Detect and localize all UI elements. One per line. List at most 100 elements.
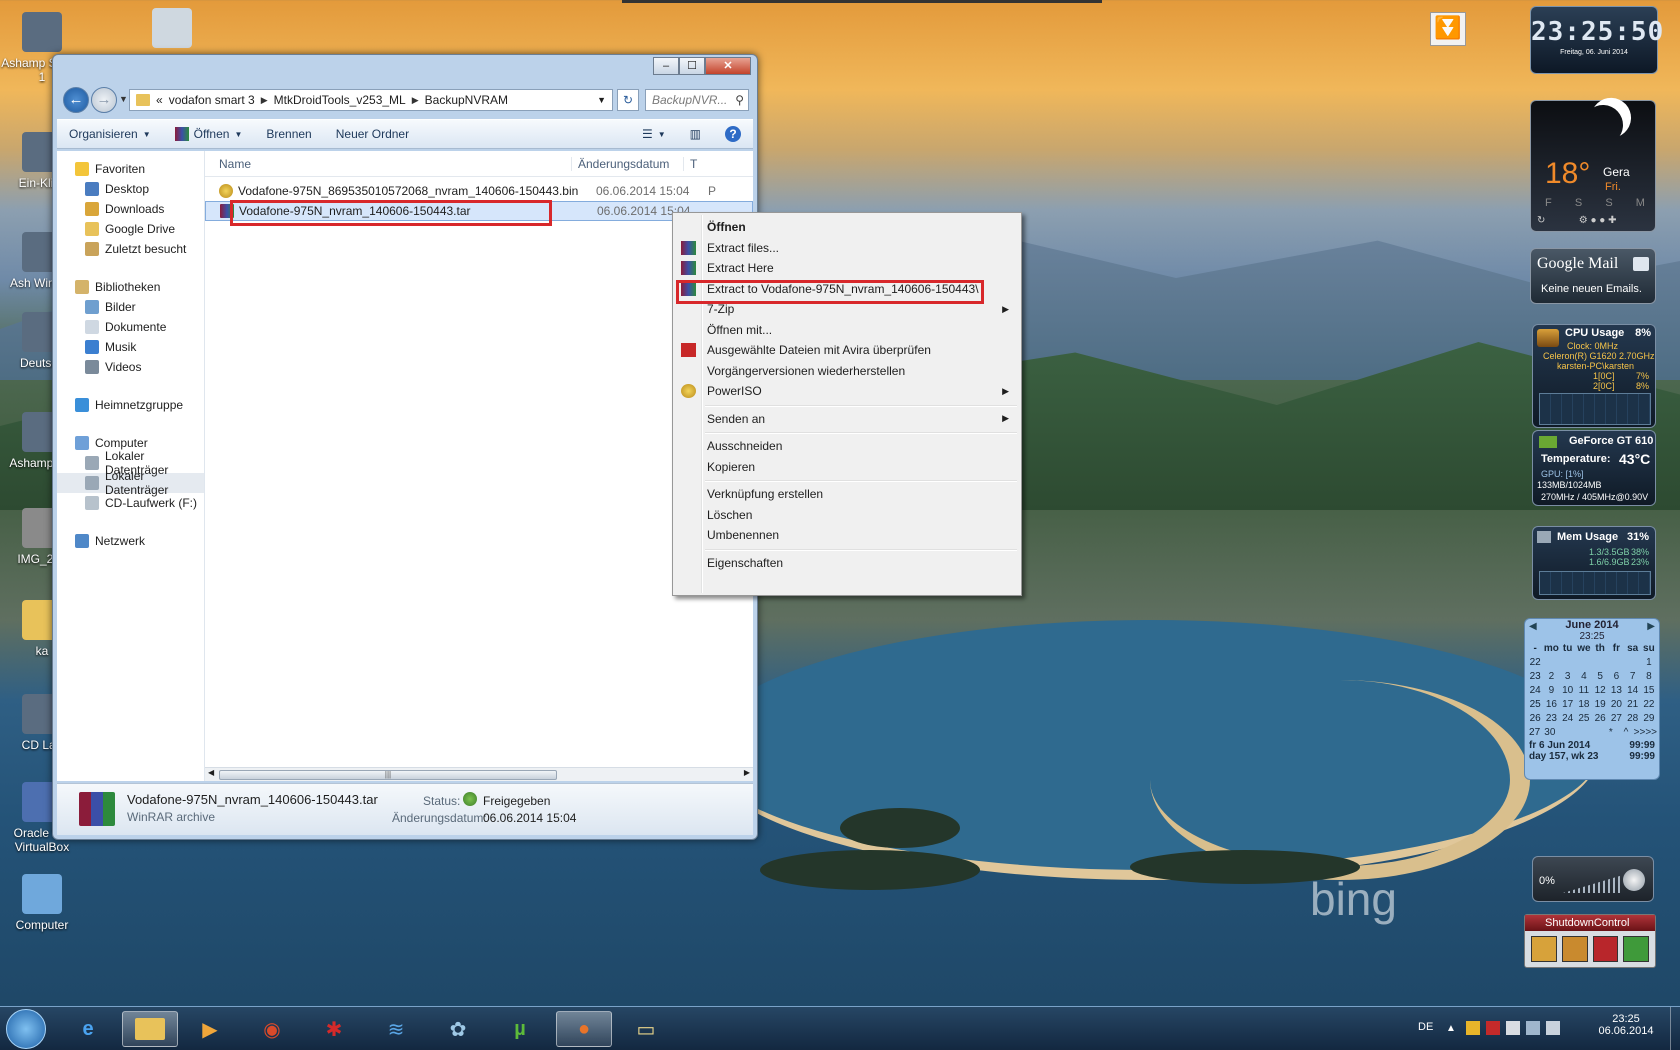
menu-item[interactable]: Vorgängerversionen wiederherstellen <box>675 361 1019 381</box>
calendar-cell[interactable] <box>1543 656 1559 670</box>
app-icon[interactable]: ▭ <box>618 1011 674 1047</box>
calendar-cell[interactable] <box>1592 656 1608 670</box>
calendar-cell[interactable]: tu <box>1560 642 1576 656</box>
menu-item[interactable]: Kopieren <box>675 457 1019 477</box>
shutdown-control-gadget[interactable]: ShutdownControl <box>1524 914 1656 968</box>
calendar-cell[interactable]: 2 <box>1543 670 1559 684</box>
nav-item[interactable]: Heimnetzgruppe <box>57 395 204 415</box>
nav-item[interactable]: Downloads <box>57 199 204 219</box>
network-icon[interactable] <box>1526 1021 1540 1035</box>
nav-item[interactable]: Desktop <box>57 179 204 199</box>
calendar-cell[interactable]: we <box>1576 642 1592 656</box>
cpu-gadget[interactable]: CPU Usage 8% Clock: 0MHz Celeron(R) G162… <box>1532 324 1656 428</box>
menu-item[interactable]: Öffnen mit... <box>675 320 1019 340</box>
calendar-cell[interactable]: >>>> <box>1634 726 1657 740</box>
calendar-cell[interactable]: 26 <box>1527 712 1543 726</box>
calendar-cell[interactable]: 4 <box>1576 670 1592 684</box>
calendar-cell[interactable] <box>1608 656 1624 670</box>
breadcrumb-segment[interactable]: vodafon smart 3 <box>169 93 255 107</box>
calendar-cell[interactable]: 16 <box>1543 698 1559 712</box>
nav-item[interactable]: Musik <box>57 337 204 357</box>
menu-item[interactable]: Extract to Vodafone-975N_nvram_140606-15… <box>675 279 1019 299</box>
calendar-cell[interactable]: 22 <box>1527 656 1543 670</box>
column-type[interactable]: T <box>683 156 697 171</box>
desktop-icon[interactable] <box>130 8 214 52</box>
column-name[interactable]: Name <box>205 157 571 171</box>
calendar-cell[interactable]: 22 <box>1641 698 1657 712</box>
scroll-left-icon[interactable]: ◀ <box>208 768 214 777</box>
nav-item[interactable]: Videos <box>57 357 204 377</box>
calendar-cell[interactable]: 26 <box>1592 712 1608 726</box>
view-options-button[interactable]: ☰ ▼ <box>630 127 678 141</box>
start-button[interactable] <box>6 1009 46 1049</box>
calendar-cell[interactable]: 3 <box>1560 670 1576 684</box>
utorrent-icon[interactable]: µ <box>492 1011 548 1047</box>
weather-controls-icon[interactable]: ↻ ⚙ ● ● ✚ <box>1537 215 1616 226</box>
calendar-cell[interactable]: 14 <box>1625 684 1641 698</box>
calendar-cell[interactable]: 15 <box>1641 684 1657 698</box>
nav-item[interactable]: Zuletzt besucht <box>57 239 204 259</box>
calendar-cell[interactable]: 12 <box>1592 684 1608 698</box>
nav-item[interactable]: Favoriten <box>57 159 204 179</box>
volume-knob-icon[interactable] <box>1623 869 1645 891</box>
calendar-cell[interactable]: 17 <box>1560 698 1576 712</box>
organize-button[interactable]: Organisieren ▼ <box>57 127 163 141</box>
nav-item[interactable]: Google Drive <box>57 219 204 239</box>
calendar-gadget[interactable]: ◀ June 2014 ▶ 23:25 - mo tu we th fr sa su 22 1 23… <box>1524 618 1660 780</box>
calendar-cell[interactable]: sa <box>1625 642 1641 656</box>
file-row[interactable]: Vodafone-975N_nvram_140606-150443.tar 06.… <box>205 201 753 221</box>
calendar-cell[interactable]: 27 <box>1608 712 1624 726</box>
open-button[interactable]: Öffnen ▼ <box>163 127 255 141</box>
app-icon[interactable]: ◉ <box>244 1011 300 1047</box>
nav-item[interactable]: Dokumente <box>57 317 204 337</box>
tray-clock[interactable]: 23:25 06.06.2014 <box>1596 1013 1656 1037</box>
breadcrumb-segment[interactable]: MtkDroidTools_v253_ML <box>274 93 406 107</box>
calendar-cell[interactable]: 19 <box>1592 698 1608 712</box>
menu-item[interactable]: Extract files... <box>675 238 1019 258</box>
flag-icon[interactable] <box>1506 1021 1520 1035</box>
calendar-cell[interactable]: su <box>1641 642 1657 656</box>
menu-item[interactable]: Umbenennen <box>675 525 1019 545</box>
calendar-cell[interactable]: mo <box>1543 642 1559 656</box>
language-indicator[interactable]: DE <box>1418 1021 1433 1033</box>
calendar-cell[interactable]: 10 <box>1560 684 1576 698</box>
speaker-icon[interactable] <box>1546 1021 1560 1035</box>
calendar-cell[interactable]: 9 <box>1543 684 1559 698</box>
refresh-button[interactable]: ↻ <box>617 89 639 111</box>
calendar-cell[interactable]: ^ <box>1618 726 1633 740</box>
calendar-cell[interactable]: 21 <box>1625 698 1641 712</box>
explorer-window[interactable]: – ☐ ✕ ← → ▼ « vodafon smart 3 ▶ MtkDroid… <box>52 54 758 840</box>
calendar-cell[interactable]: 29 <box>1641 712 1657 726</box>
calendar-cell[interactable]: 24 <box>1527 684 1543 698</box>
calendar-cell[interactable] <box>1625 656 1641 670</box>
close-button[interactable]: ✕ <box>705 57 751 75</box>
calendar-cell[interactable] <box>1573 726 1588 740</box>
horizontal-scrollbar[interactable]: ◀ ||| ▶ <box>205 767 753 781</box>
file-row[interactable]: Vodafone-975N_869535010572068_nvram_1406… <box>205 181 753 201</box>
forward-button[interactable]: → <box>91 87 117 113</box>
recent-pages-dropdown[interactable]: ▼ <box>119 94 128 104</box>
address-dropdown-icon[interactable]: ▼ <box>597 95 606 105</box>
calendar-cell[interactable]: fr <box>1608 642 1624 656</box>
calendar-cell[interactable]: * <box>1603 726 1618 740</box>
scroll-thumb[interactable]: ||| <box>219 770 557 780</box>
tray-expand-icon[interactable]: ▲ <box>1446 1023 1456 1034</box>
menu-item[interactable]: Öffnen <box>675 217 1019 237</box>
breadcrumb-separator-icon[interactable]: ▶ <box>412 95 419 106</box>
calendar-cell[interactable]: 18 <box>1576 698 1592 712</box>
calendar-cell[interactable]: 8 <box>1641 670 1657 684</box>
power-icon[interactable] <box>1561 936 1588 962</box>
calendar-cell[interactable]: 20 <box>1608 698 1624 712</box>
preview-pane-button[interactable]: ▥ <box>678 127 713 141</box>
help-button[interactable]: ? <box>713 126 753 142</box>
calendar-cell[interactable]: 24 <box>1560 712 1576 726</box>
menu-item[interactable]: Eigenschaften <box>675 553 1019 573</box>
calendar-cell[interactable]: 27 <box>1527 726 1542 740</box>
calendar-cell[interactable]: 7 <box>1625 670 1641 684</box>
clock-gadget[interactable]: 23:25:50 Freitag, 06. Juni 2014 <box>1530 6 1663 74</box>
firefox-icon[interactable]: ● <box>556 1011 612 1047</box>
menu-item[interactable]: Verknüpfung erstellen <box>675 484 1019 504</box>
nav-item[interactable]: Lokaler Datenträger <box>57 469 204 497</box>
column-date[interactable]: Änderungsdatum <box>571 156 683 171</box>
calendar-cell[interactable]: 25 <box>1527 698 1543 712</box>
